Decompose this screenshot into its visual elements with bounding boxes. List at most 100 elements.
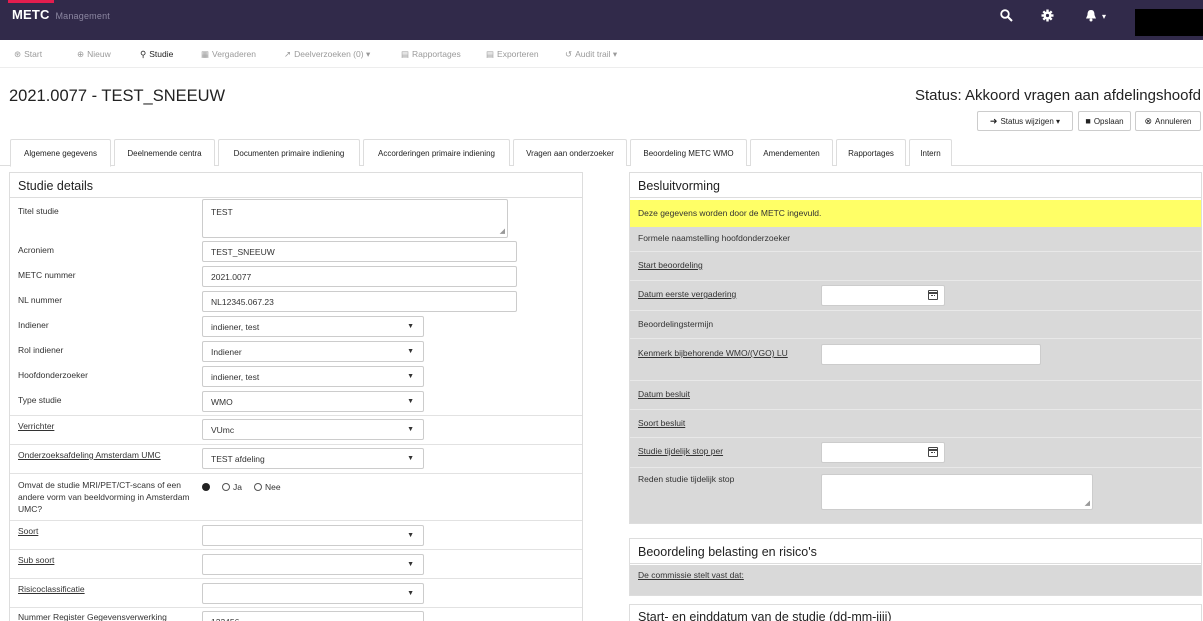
- afdeling-select[interactable]: TEST afdeling ▼: [202, 448, 424, 469]
- sub-soort-select[interactable]: ▼: [202, 554, 424, 575]
- form-row-soort: Soort ▼: [10, 521, 582, 550]
- form-row-subsoort: Sub soort ▼: [10, 550, 582, 579]
- datum-eerste-vergadering-input[interactable]: [821, 285, 945, 306]
- tab-rapportages[interactable]: Rapportages: [836, 139, 906, 166]
- field-label-link[interactable]: Datum besluit: [638, 389, 690, 399]
- save-button[interactable]: ■ Opslaan: [1078, 111, 1131, 131]
- field-label: Omvat de studie MRI/PET/CT-scans of een …: [18, 480, 190, 514]
- select-value: TEST afdeling: [211, 453, 265, 464]
- tab-beoordeling[interactable]: Beoordeling METC WMO: [630, 139, 747, 166]
- nav-rapportages[interactable]: ▤ Rapportages: [401, 49, 461, 60]
- form-row-type: Type studie WMO ▼: [10, 391, 582, 416]
- caret-down-icon: ▼: [407, 323, 414, 330]
- chevron-down-icon[interactable]: ▾: [1102, 9, 1106, 25]
- field-label-link[interactable]: Nummer Register Gegevensverwerking: [18, 612, 167, 621]
- caret-down-icon: ▼: [407, 426, 414, 433]
- status-text: Status: Akkoord vragen aan afdelingshoof…: [914, 87, 1201, 104]
- status-wijzigen-button[interactable]: ➜ Status wijzigen ▾: [977, 111, 1073, 131]
- field-label-link[interactable]: Kenmerk bijbehorende WMO/(VGO) LU: [638, 348, 788, 358]
- user-menu[interactable]: [1135, 9, 1203, 36]
- register-input[interactable]: 123456: [202, 611, 424, 621]
- calendar-icon[interactable]: [928, 447, 938, 457]
- form-row-verrichter: Verrichter VUmc ▼: [10, 416, 582, 445]
- tab-accorderingen[interactable]: Accorderingen primaire indiening: [363, 139, 510, 166]
- metc-nummer-input[interactable]: 2021.0077: [202, 266, 517, 287]
- brand-subtitle: Management: [55, 11, 110, 21]
- field-label-link[interactable]: Verrichter: [18, 421, 54, 431]
- select-value: WMO: [211, 396, 233, 407]
- panel-title: Start- en einddatum van de studie (dd-mm…: [630, 605, 1201, 621]
- indiener-select[interactable]: indiener, test ▼: [202, 316, 424, 337]
- tab-vragen[interactable]: Vragen aan onderzoeker: [513, 139, 627, 166]
- field-label-link[interactable]: Soort besluit: [638, 418, 685, 428]
- field-label-link[interactable]: Onderzoeksafdeling Amsterdam UMC: [18, 450, 161, 460]
- soort-select[interactable]: ▼: [202, 525, 424, 546]
- nav-start[interactable]: ⊛ Start: [14, 49, 42, 60]
- panel-title: Studie details: [10, 173, 582, 198]
- floppy-icon: ■: [1085, 116, 1091, 126]
- nav-nieuw[interactable]: ⊕ Nieuw: [77, 49, 111, 60]
- select-value: VUmc: [211, 424, 235, 435]
- search-icon[interactable]: [1000, 9, 1013, 26]
- kenmerk-input[interactable]: [821, 344, 1041, 365]
- resize-handle-icon[interactable]: ◢: [1085, 500, 1090, 507]
- nav-studie[interactable]: ⚲ Studie: [140, 49, 173, 60]
- nl-nummer-input[interactable]: NL12345.067.23: [202, 291, 517, 312]
- nav-vergaderen[interactable]: ▦ Vergaderen: [201, 49, 256, 60]
- mri-radio-group: Ja Nee: [202, 482, 293, 492]
- calendar-icon[interactable]: [928, 290, 938, 300]
- bell-icon[interactable]: [1085, 9, 1097, 26]
- share-icon: ↗: [284, 49, 292, 59]
- besluit-row: Kenmerk bijbehorende WMO/(VGO) LU: [630, 339, 1201, 381]
- nav-rapportages-label: Rapportages: [412, 49, 461, 59]
- radio-nee[interactable]: Nee: [253, 482, 281, 492]
- risico-select[interactable]: ▼: [202, 583, 424, 604]
- tijdelijk-stop-date-input[interactable]: [821, 442, 945, 463]
- type-studie-select[interactable]: WMO ▼: [202, 391, 424, 412]
- titel-studie-textarea[interactable]: TEST ◢: [202, 199, 508, 238]
- caret-down-icon: ▼: [407, 561, 414, 568]
- field-label-link[interactable]: Start beoordeling: [638, 260, 703, 270]
- field-label-link[interactable]: Sub soort: [18, 555, 54, 565]
- search-icon: ⚲: [140, 49, 147, 59]
- tab-algemene-gegevens[interactable]: Algemene gegevens: [10, 139, 111, 167]
- tab-amendementen[interactable]: Amendementen: [750, 139, 833, 166]
- nav-studie-label: Studie: [149, 49, 174, 59]
- nav-exporteren[interactable]: ▤ Exporteren: [486, 49, 539, 60]
- reden-stop-textarea[interactable]: ◢: [821, 474, 1093, 510]
- verrichter-select[interactable]: VUmc ▼: [202, 419, 424, 440]
- field-label: Indiener: [18, 320, 49, 330]
- page-title: 2021.0077 - TEST_SNEEUW: [9, 87, 226, 105]
- field-label-link[interactable]: Studie tijdelijk stop per: [638, 446, 723, 456]
- radio-ja[interactable]: Ja: [222, 482, 242, 492]
- select-value: Indiener: [211, 346, 242, 357]
- select-value: indiener, test: [211, 321, 260, 332]
- brand-logo[interactable]: METC Management: [12, 7, 110, 22]
- dashboard-icon: ⊛: [14, 49, 22, 59]
- field-label: Beoordelingstermijn: [638, 319, 714, 329]
- nav-audit-trail[interactable]: ↺ Audit trail ▾: [565, 49, 617, 60]
- field-label: Rol indiener: [18, 345, 64, 355]
- hoofdonderzoeker-select[interactable]: indiener, test ▼: [202, 366, 424, 387]
- radio-clear-icon[interactable]: [202, 483, 210, 491]
- acroniem-input[interactable]: TEST_SNEEUW: [202, 241, 517, 262]
- gear-icon[interactable]: [1041, 9, 1054, 26]
- tab-deelnemende-centra[interactable]: Deelnemende centra: [114, 139, 215, 166]
- form-row-rol: Rol indiener Indiener ▼: [10, 341, 582, 365]
- rol-indiener-select[interactable]: Indiener ▼: [202, 341, 424, 362]
- resize-handle-icon[interactable]: ◢: [500, 228, 505, 235]
- field-label-link[interactable]: Risicoclassificatie: [18, 584, 85, 594]
- nav-start-label: Start: [24, 49, 43, 59]
- nav-deelverzoeken[interactable]: ↗ Deelverzoeken (0) ▾: [284, 49, 370, 60]
- cancel-button[interactable]: ⊗ Annuleren: [1135, 111, 1201, 131]
- field-label: Reden studie tijdelijk stop: [638, 474, 735, 484]
- tab-intern[interactable]: Intern: [909, 139, 952, 166]
- form-row-risico: Risicoclassificatie ▼: [10, 579, 582, 608]
- main-nav: ⊛ Start ⊕ Nieuw ⚲ Studie ▦ Vergaderen ↗ Deelv…: [0, 40, 1203, 68]
- besluit-row: Formele naamstelling hoofdonderzoeker: [630, 227, 1201, 252]
- field-label-link[interactable]: De commissie stelt vast dat:: [638, 570, 744, 580]
- tab-documenten[interactable]: Documenten primaire indiening: [218, 139, 360, 166]
- field-label-link[interactable]: Soort: [18, 526, 38, 536]
- field-label-link[interactable]: Datum eerste vergadering: [638, 289, 736, 299]
- form-row-nl: NL nummer NL12345.067.23: [10, 291, 582, 315]
